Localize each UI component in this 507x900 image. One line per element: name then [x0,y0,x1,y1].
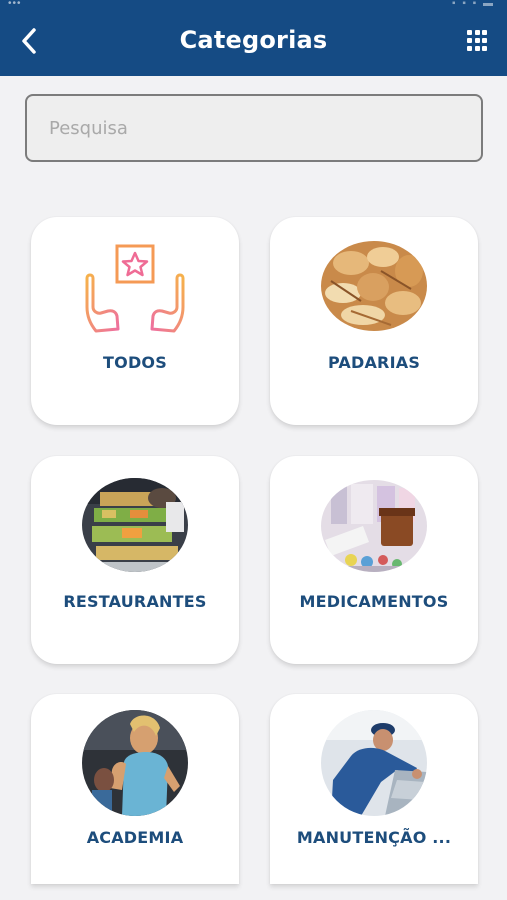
page-title: Categorias [179,26,328,54]
battery-icon: ▪ ▪ ▪ ▬ [452,0,495,9]
category-card-academia[interactable]: ACADEMIA [31,694,239,884]
category-label: MEDICAMENTOS [299,592,449,611]
category-card-todos[interactable]: TODOS [31,217,239,425]
category-label: RESTAURANTES [63,592,207,611]
category-card-manutencao[interactable]: MANUTENÇÃO ... [270,694,478,884]
mechanic-image [321,710,427,816]
grid-icon [467,30,472,35]
category-label: MANUTENÇÃO ... [296,828,452,847]
hands-star-icon [82,241,188,347]
buffet-image [82,478,188,572]
category-card-padarias[interactable]: PADARIAS [270,217,478,425]
medicine-image [321,480,427,572]
category-card-medicamentos[interactable]: MEDICAMENTOS [270,456,478,664]
signal-icon: ••• [8,0,22,9]
status-bar: ••• ▪ ▪ ▪ ▬ [0,0,507,9]
search-input[interactable] [25,94,483,162]
category-card-restaurantes[interactable]: RESTAURANTES [31,456,239,664]
category-label: PADARIAS [327,353,421,372]
gym-image [82,710,188,816]
grid-menu-button[interactable] [467,30,489,52]
category-label: ACADEMIA [86,828,184,847]
app-header: ••• ▪ ▪ ▪ ▬ Categorias [0,0,507,76]
category-label: TODOS [103,353,167,372]
bread-image [321,241,427,331]
